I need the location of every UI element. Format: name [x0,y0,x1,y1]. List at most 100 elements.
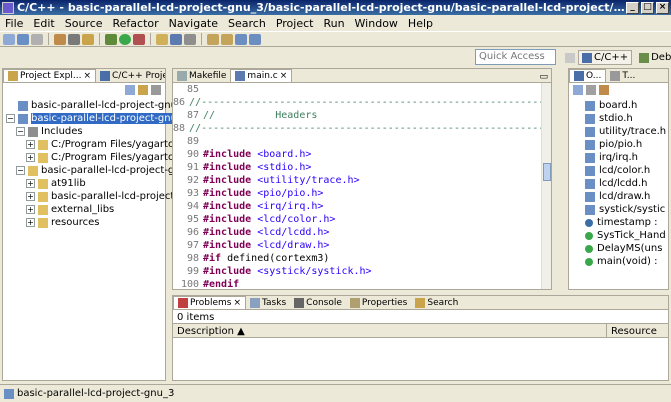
tree-item[interactable]: − basic-parallel-lcd-project-gnu_3 [3,112,189,125]
open-folder-icon[interactable] [82,33,94,45]
expand-toggle-icon[interactable]: − [16,127,25,136]
tree-item[interactable]: + C:/Program Files/yagarto/ [3,151,177,164]
outline-item[interactable]: timestamp : [569,216,668,229]
close-tab-icon[interactable]: × [280,71,288,81]
expand-toggle-icon[interactable]: + [26,153,35,162]
tab-tasks[interactable]: Tasks [246,296,290,309]
cc-projects-icon [100,70,111,81]
menu-source[interactable]: Source [60,17,108,30]
sort-icon[interactable] [573,85,583,95]
filter-icon[interactable] [586,85,596,95]
prev-annotation-icon[interactable] [221,33,233,45]
include-icon [585,204,595,215]
outline-item[interactable]: DelayMS(uns [569,242,668,255]
link-editor-icon[interactable] [138,85,148,95]
outline-item[interactable]: utility/trace.h [569,125,668,138]
code-editor[interactable]: 85 86//----------------------------------… [173,83,551,289]
code-line: 98 #if defined(cortexm3) [173,252,551,265]
collapse-all-icon[interactable] [125,85,135,95]
tab-outline[interactable]: O... [569,69,607,82]
task-list-icon [610,70,621,81]
print-icon[interactable] [31,33,43,45]
menu-run[interactable]: Run [318,17,349,30]
expand-toggle-icon[interactable]: + [26,205,35,214]
perspective-cc[interactable]: C/C++ [578,50,633,65]
outline-item[interactable]: lcd/color.h [569,164,668,177]
tab-console[interactable]: Console [290,296,346,309]
tab-task-list[interactable]: T... [606,69,639,82]
expand-toggle-icon[interactable]: + [26,179,35,188]
expand-toggle-icon[interactable]: + [26,192,35,201]
tree-item-label: Includes [41,126,83,137]
tab-properties[interactable]: Properties [346,296,411,309]
minimize-editor-icon[interactable]: ▭ [536,72,551,82]
debug-icon[interactable] [105,33,117,45]
external-tools-icon[interactable] [133,33,145,45]
menu-search[interactable]: Search [223,17,271,30]
next-annotation-icon[interactable] [207,33,219,45]
outline-item[interactable]: SysTick_Hand [569,229,668,242]
build-icon[interactable] [54,33,66,45]
outline-item[interactable]: lcd/draw.h [569,190,668,203]
new-icon[interactable] [3,33,15,45]
outline-item[interactable]: irq/irq.h [569,151,668,164]
menu-edit[interactable]: Edit [28,17,59,30]
tree-item[interactable]: + C:/Program Files/yagarto/ [3,138,177,151]
save-icon[interactable] [17,33,29,45]
debug-perspective-icon [639,52,650,63]
editor-scrollbar[interactable] [541,83,551,289]
tab-project-explorer[interactable]: Project Expl... × [3,69,97,82]
code-token: <board.h> [257,149,312,160]
forward-icon[interactable] [249,33,261,45]
new-project-icon[interactable] [156,33,168,45]
close-button[interactable]: × [656,1,669,14]
build-config-icon[interactable] [68,33,80,45]
outline-item[interactable]: board.h [569,99,668,112]
menu-window[interactable]: Window [350,17,403,30]
outline-item[interactable]: pio/pio.h [569,138,668,151]
tab-makefile[interactable]: Makefile [173,69,230,82]
expand-toggle-icon[interactable]: + [26,140,35,149]
menu-project[interactable]: Project [271,17,319,30]
open-type-icon[interactable] [184,33,196,45]
maximize-button[interactable]: □ [641,1,654,14]
expand-toggle-icon[interactable]: − [16,166,25,175]
column-description[interactable]: Description ▲ [173,324,607,337]
tree-item[interactable]: basic-parallel-lcd-project-gnu_2 [3,99,188,112]
hide-fields-icon[interactable] [599,85,609,95]
outline-item[interactable]: lcd/lcdd.h [569,177,668,190]
tab-search[interactable]: Search [411,296,462,309]
tree-item[interactable]: + basic-parallel-lcd-project [3,190,174,203]
open-perspective-icon[interactable] [565,52,575,63]
run-icon[interactable] [119,33,131,45]
back-icon[interactable] [235,33,247,45]
tree-item[interactable]: − basic-parallel-lcd-project-gnu [3,164,187,177]
menu-file[interactable]: File [0,17,28,30]
expand-toggle-icon[interactable]: − [6,114,15,123]
outline-item[interactable]: systick/systic [569,203,668,216]
quick-access-field[interactable]: Quick Access [475,49,556,65]
scrollbar-thumb[interactable] [543,163,551,181]
perspective-debug[interactable]: Debug [635,50,671,65]
code-line: 90 #include <board.h> [173,148,551,161]
minimize-button[interactable]: _ [626,1,639,14]
menu-navigate[interactable]: Navigate [164,17,223,30]
outline-tabs: O... T... [569,69,668,83]
expand-toggle-icon[interactable]: + [26,218,35,227]
tab-cc-projects[interactable]: C/C++ Proje... [96,69,165,82]
menu-help[interactable]: Help [403,17,438,30]
tab-main-c[interactable]: main.c × [230,69,293,82]
tree-item[interactable]: − Includes [3,125,165,138]
tree-item[interactable]: + resources [3,216,165,229]
menu-refactor[interactable]: Refactor [108,17,164,30]
close-tab-icon[interactable]: × [233,298,241,308]
outline-item[interactable]: stdio.h [569,112,668,125]
close-tab-icon[interactable]: × [83,71,91,81]
column-resource[interactable]: Resource [607,324,661,337]
outline-item[interactable]: main(void) : [569,255,668,268]
tree-item[interactable]: + at91lib [3,177,165,190]
search-icon[interactable] [170,33,182,45]
tree-item[interactable]: + external_libs [3,203,165,216]
view-menu-icon[interactable] [151,85,161,95]
tab-problems[interactable]: Problems × [173,296,247,309]
